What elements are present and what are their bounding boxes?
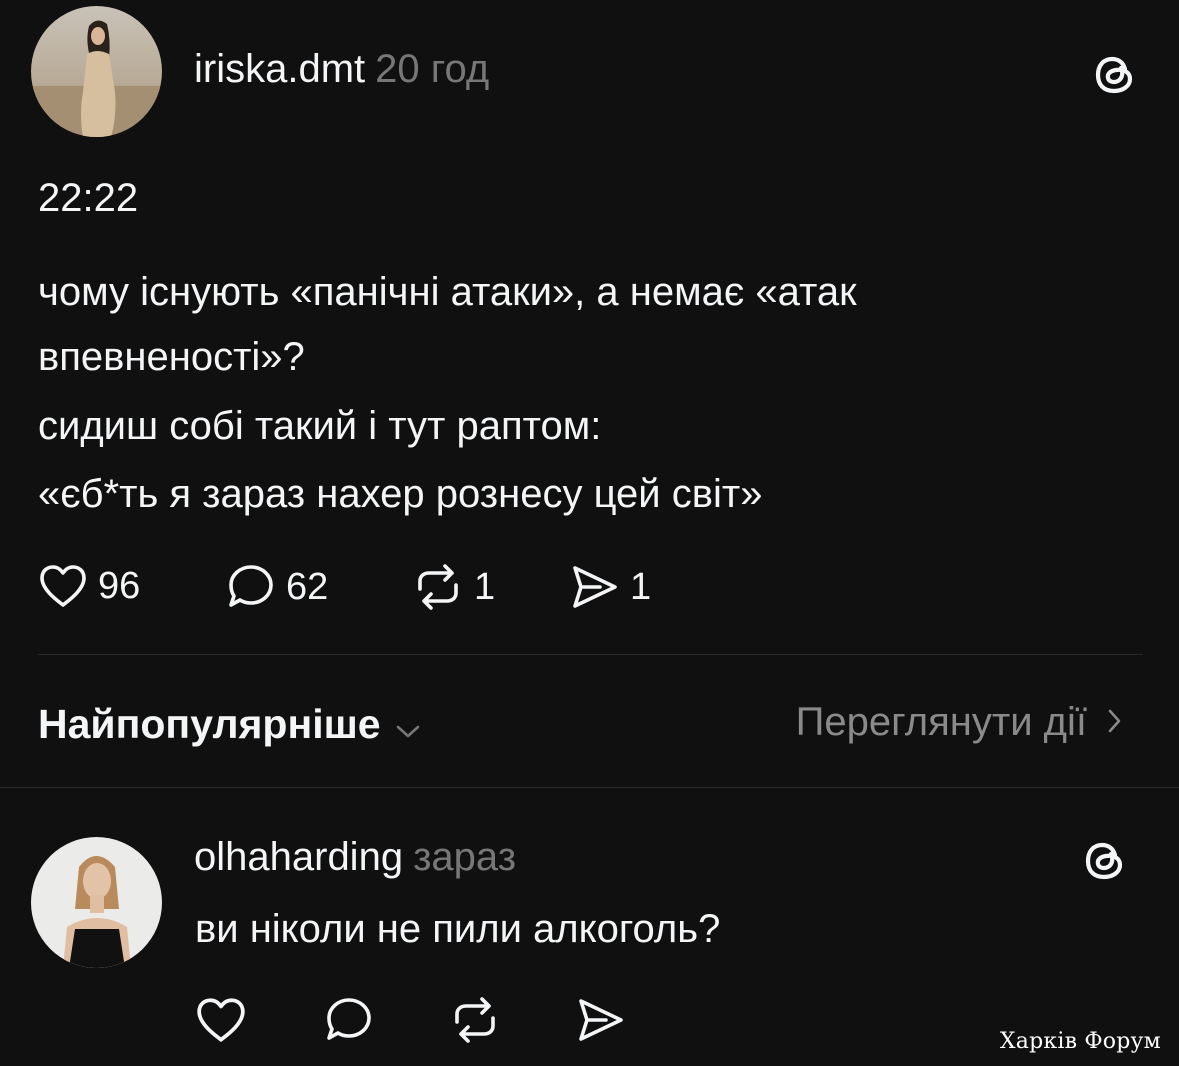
post-divider <box>38 654 1143 655</box>
reply-timestamp: зараз <box>413 835 517 879</box>
threads-logo-icon[interactable] <box>1092 50 1138 105</box>
repost-count: 1 <box>474 566 496 608</box>
post-actions: 96 62 1 1 <box>38 563 738 611</box>
reply-actions <box>195 996 635 1044</box>
repost-icon <box>412 563 464 611</box>
reply-repost-button[interactable] <box>449 996 501 1044</box>
share-count: 1 <box>630 566 652 608</box>
reply-share-button[interactable] <box>575 996 627 1044</box>
repost-icon <box>449 996 501 1044</box>
like-button[interactable]: 96 <box>38 563 140 609</box>
post-body-line-4: «єб*ть я зараз нахер рознесу цей світ» <box>38 472 763 516</box>
post-timestamp: 20 год <box>375 47 490 91</box>
view-activity-link[interactable]: Переглянути дії <box>796 698 1123 746</box>
sort-label: Найпопулярніше <box>38 701 381 747</box>
view-activity-label: Переглянути дії <box>795 700 1087 744</box>
reply-like-button[interactable] <box>195 996 247 1044</box>
watermark: Харків Форум <box>999 1029 1161 1054</box>
reply-avatar[interactable] <box>31 837 162 968</box>
post-body-line-3: сидиш собі такий і тут раптом: <box>38 404 602 448</box>
share-button[interactable]: 1 <box>570 563 651 611</box>
heart-icon <box>38 563 88 609</box>
post-author-line: iriska.dmt 20 год <box>194 46 489 92</box>
heart-icon <box>195 996 247 1044</box>
reply-text: ви ніколи не пили алкоголь? <box>195 907 721 951</box>
comment-count: 62 <box>286 566 329 608</box>
sort-divider <box>0 787 1179 788</box>
post-time-line: 22:22 <box>38 176 139 220</box>
comment-bubble-icon <box>323 996 375 1044</box>
chevron-down-icon <box>395 702 421 750</box>
reply-comment-button[interactable] <box>323 996 375 1044</box>
like-count: 96 <box>98 565 141 607</box>
post-body-line-2: впевненості»? <box>38 335 305 379</box>
sort-dropdown[interactable]: Найпопулярніше <box>38 698 421 750</box>
comment-button[interactable]: 62 <box>226 563 328 611</box>
send-icon <box>570 563 620 611</box>
author-avatar[interactable] <box>31 6 162 137</box>
reply-author-line: olhaharding зараз <box>194 834 516 880</box>
post-username[interactable]: iriska.dmt <box>194 47 365 91</box>
chevron-right-icon <box>1107 698 1123 746</box>
comment-bubble-icon <box>226 563 276 611</box>
repost-button[interactable]: 1 <box>412 563 495 611</box>
reply-username[interactable]: olhaharding <box>194 835 403 879</box>
threads-logo-icon[interactable] <box>1082 836 1128 891</box>
send-icon <box>575 996 627 1044</box>
post-body-line-1: чому існують «панічні атаки», а немає «а… <box>38 270 857 314</box>
